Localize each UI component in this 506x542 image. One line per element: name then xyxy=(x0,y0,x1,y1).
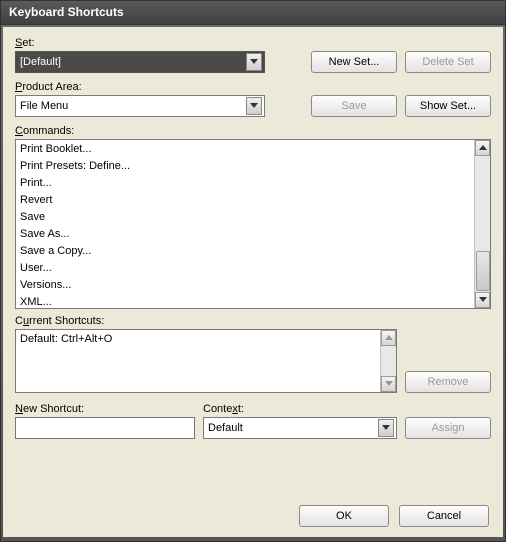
list-item[interactable]: Print Presets: Define... xyxy=(16,157,490,174)
client-area: Set: [Default] New Set... Delete Set Pro… xyxy=(3,27,503,537)
assign-button[interactable]: Assign xyxy=(405,417,491,439)
list-item[interactable]: User... xyxy=(16,259,490,276)
list-item[interactable]: Save a Copy... xyxy=(16,242,490,259)
cancel-button[interactable]: Cancel xyxy=(399,505,489,527)
scroll-down-icon[interactable] xyxy=(475,292,490,308)
delete-set-button[interactable]: Delete Set xyxy=(405,51,491,73)
product-area-dropdown[interactable]: File Menu xyxy=(15,95,265,117)
current-shortcuts-listbox[interactable]: Default: Ctrl+Alt+O xyxy=(15,329,397,393)
set-dropdown[interactable]: [Default] xyxy=(15,51,265,73)
show-set-button[interactable]: Show Set... xyxy=(405,95,491,117)
new-shortcut-label: New Shortcut: xyxy=(15,403,195,415)
context-selected: Default xyxy=(208,422,243,434)
product-area-label: Product Area: xyxy=(15,81,303,93)
dialog-window: Keyboard Shortcuts Set: [Default] New Se… xyxy=(0,0,506,542)
scroll-down-icon[interactable] xyxy=(381,376,396,392)
list-item[interactable]: Print Booklet... xyxy=(16,140,490,157)
new-set-button[interactable]: New Set... xyxy=(311,51,397,73)
save-button[interactable]: Save xyxy=(311,95,397,117)
list-item[interactable]: XML... xyxy=(16,293,490,309)
current-shortcuts-label: Current Shortcuts: xyxy=(15,315,491,327)
list-item[interactable]: Save xyxy=(16,208,490,225)
set-label: Set: xyxy=(15,37,303,49)
ok-button[interactable]: OK xyxy=(299,505,389,527)
set-selected: [Default] xyxy=(20,56,61,68)
chevron-down-icon xyxy=(378,419,394,437)
scrollbar[interactable] xyxy=(380,330,396,392)
titlebar: Keyboard Shortcuts xyxy=(1,1,505,25)
list-item[interactable]: Default: Ctrl+Alt+O xyxy=(16,330,396,347)
commands-listbox[interactable]: Print Booklet...Print Presets: Define...… xyxy=(15,139,491,309)
list-item[interactable]: Save As... xyxy=(16,225,490,242)
list-item[interactable]: Versions... xyxy=(16,276,490,293)
scroll-thumb[interactable] xyxy=(476,251,490,291)
scrollbar[interactable] xyxy=(474,140,490,308)
context-label: Context: xyxy=(203,403,397,415)
chevron-down-icon xyxy=(246,53,262,71)
remove-button[interactable]: Remove xyxy=(405,371,491,393)
product-area-selected: File Menu xyxy=(20,100,68,112)
scroll-up-icon[interactable] xyxy=(381,330,396,346)
window-title: Keyboard Shortcuts xyxy=(9,5,124,19)
commands-label: Commands: xyxy=(15,125,491,137)
list-item[interactable]: Revert xyxy=(16,191,490,208)
new-shortcut-input[interactable] xyxy=(15,417,195,439)
list-item[interactable]: Print... xyxy=(16,174,490,191)
scroll-up-icon[interactable] xyxy=(475,140,490,156)
context-dropdown[interactable]: Default xyxy=(203,417,397,439)
chevron-down-icon xyxy=(246,97,262,115)
